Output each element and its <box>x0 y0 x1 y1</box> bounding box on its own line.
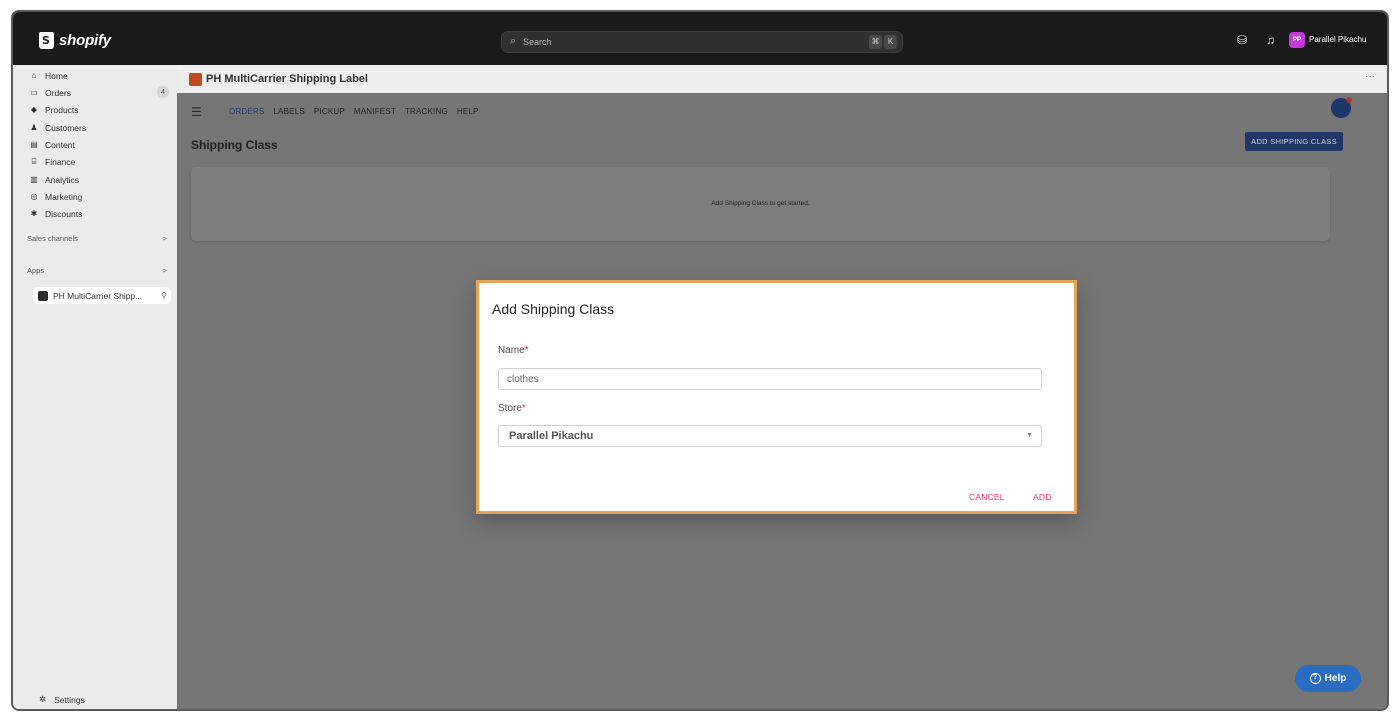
user-name[interactable]: Parallel Pikachu <box>1309 35 1366 44</box>
avatar[interactable]: PP <box>1289 32 1305 48</box>
sidebar: ⌂ Home ▭ Orders 4 ◆ Products ♟ Customers… <box>13 65 177 709</box>
tag-icon: ◆ <box>30 105 38 114</box>
shortcut-key-k: K <box>884 35 897 49</box>
help-label: Help <box>1324 673 1347 684</box>
bell-icon[interactable]: ♫ <box>1266 33 1275 47</box>
store-select[interactable]: Parallel Pikachu ▼ <box>498 425 1042 447</box>
sidebar-item-orders[interactable]: ▭ Orders 4 <box>29 85 169 100</box>
tab-help[interactable]: HELP <box>457 107 479 116</box>
cancel-button[interactable]: CANCEL <box>969 492 1005 502</box>
sidebar-item-analytics[interactable]: ▥ Analytics <box>29 172 169 187</box>
bank-icon: ⌸ <box>31 156 37 166</box>
name-field-label: Name* <box>498 345 529 356</box>
orders-count-badge: 4 <box>156 86 169 98</box>
tab-orders[interactable]: ORDERS <box>229 107 264 116</box>
add-shipping-class-button[interactable]: ADD SHIPPING CLASS <box>1245 132 1343 151</box>
sidebar-item-label: Products <box>45 104 79 115</box>
tab-labels[interactable]: LABELS <box>273 107 304 116</box>
settings-label: Settings <box>54 694 85 705</box>
chart-icon: ▥ <box>30 175 38 184</box>
store-label-text: Store <box>498 403 522 414</box>
gear-icon: ✱ <box>30 209 38 218</box>
sales-channels-section[interactable]: Sales channels > <box>27 234 167 243</box>
sidebar-item-customers[interactable]: ♟ Customers <box>29 120 169 135</box>
content-icon: ▤ <box>30 140 38 149</box>
app-header: PH MultiCarrier Shipping Label ··· <box>177 65 1387 93</box>
top-bar: shopify ⌕ Search ⌘ K ⛁ ♫ PP Parallel Pik… <box>13 12 1387 65</box>
store-select-value: Parallel Pikachu <box>509 430 594 442</box>
page-title: Shipping Class <box>191 138 278 152</box>
name-input[interactable]: clothes <box>498 368 1042 390</box>
chevron-right-icon: > <box>162 234 167 243</box>
target-icon: ◎ <box>30 192 38 201</box>
chevron-down-icon: ▼ <box>1026 432 1033 439</box>
brand-name: shopify <box>59 32 111 49</box>
sidebar-item-label: Customers <box>45 122 87 133</box>
dialog-title: Add Shipping Class <box>492 301 615 317</box>
sidebar-item-app[interactable]: PH MultiCarrier Shipp... ⚲ <box>33 287 171 304</box>
add-button[interactable]: ADD <box>1033 492 1052 502</box>
store-field-label: Store* <box>498 403 526 414</box>
hamburger-menu-icon[interactable]: ☰ <box>191 105 202 119</box>
app-tabs: ORDERS LABELS PICKUP MANIFEST TRACKING H… <box>229 107 479 116</box>
tab-manifest[interactable]: MANIFEST <box>354 107 396 116</box>
sidebar-item-label: Analytics <box>45 174 80 185</box>
empty-state-card: Add Shipping Class to get started. <box>191 167 1330 241</box>
app-logo-icon <box>189 73 202 86</box>
pin-icon[interactable]: ⚲ <box>161 291 167 300</box>
shortcut-key-cmd: ⌘ <box>869 35 882 49</box>
sidebar-item-label: Discounts <box>45 208 83 219</box>
sidebar-item-label: Finance <box>45 156 76 167</box>
orders-icon: ▭ <box>30 88 38 97</box>
sidebar-item-label: Orders <box>45 87 71 98</box>
help-button[interactable]: ? Help <box>1295 665 1361 692</box>
shopify-logo[interactable]: shopify <box>39 32 111 49</box>
more-options-icon[interactable]: ··· <box>1365 71 1375 82</box>
home-icon: ⌂ <box>31 71 37 80</box>
notification-bell-icon[interactable] <box>1331 97 1352 118</box>
sales-channels-label: Sales channels <box>27 234 78 243</box>
sidebar-item-products[interactable]: ◆ Products <box>29 102 169 117</box>
sidebar-item-marketing[interactable]: ◎ Marketing <box>29 189 169 204</box>
sidebar-item-home[interactable]: ⌂ Home <box>29 68 169 83</box>
required-mark: * <box>521 403 526 414</box>
search-placeholder: Search <box>523 37 552 47</box>
question-icon: ? <box>1309 673 1321 684</box>
app-title: PH MultiCarrier Shipping Label <box>206 73 368 85</box>
tab-pickup[interactable]: PICKUP <box>314 107 345 116</box>
sidebar-item-discounts[interactable]: ✱ Discounts <box>29 206 169 221</box>
chevron-right-icon: > <box>162 266 167 275</box>
empty-state-message: Add Shipping Class to get started. <box>711 200 810 207</box>
search-icon: ⌕ <box>510 35 517 47</box>
apps-label: Apps <box>27 266 45 275</box>
add-shipping-class-dialog: Add Shipping Class Name* clothes Store* … <box>476 280 1077 514</box>
settings-gear-icon: ✲ <box>39 694 47 704</box>
store-icon[interactable]: ⛁ <box>1237 33 1247 47</box>
shopify-bag-icon <box>39 32 54 49</box>
sidebar-item-settings[interactable]: ✲ Settings <box>39 694 85 705</box>
required-mark: * <box>524 345 529 356</box>
app-icon <box>38 290 48 301</box>
search-bar[interactable]: ⌕ Search ⌘ K <box>501 31 903 53</box>
name-label-text: Name <box>498 345 525 356</box>
person-icon: ♟ <box>30 123 38 132</box>
sidebar-item-label: Home <box>45 70 68 81</box>
sidebar-item-label: Content <box>45 139 75 150</box>
sidebar-item-finance[interactable]: ⌸ Finance <box>29 154 169 169</box>
sidebar-app-label: PH MultiCarrier Shipp... <box>53 290 143 301</box>
apps-section[interactable]: Apps > <box>27 266 167 275</box>
tab-tracking[interactable]: TRACKING <box>405 107 448 116</box>
sidebar-item-content[interactable]: ▤ Content <box>29 137 169 152</box>
sidebar-item-label: Marketing <box>45 191 83 202</box>
